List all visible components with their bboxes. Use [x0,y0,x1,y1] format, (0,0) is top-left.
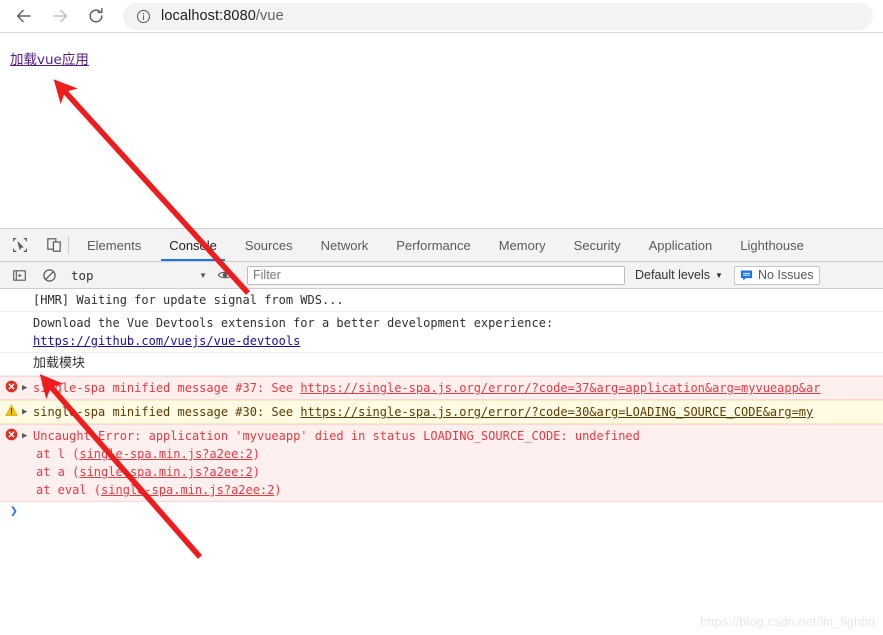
tab-elements[interactable]: Elements [73,229,155,261]
stack-frame-suffix: ) [274,483,282,497]
stack-frame-prefix: at l ( [36,447,80,461]
tab-memory[interactable]: Memory [485,229,560,261]
load-vue-app-link[interactable]: 加载vue应用 [10,48,89,68]
error-circle-icon [0,427,22,441]
expand-triangle-icon[interactable]: ▶ [22,379,33,397]
url-path: /vue [255,8,284,24]
message-text: Uncaught Error: application 'myvueapp' d… [33,429,640,443]
console-prompt[interactable]: ❯ [0,502,883,524]
inspect-element-icon[interactable] [6,229,34,261]
stack-frame: at eval (single-spa.min.js?a2ee:2) [0,481,883,499]
stack-frame-suffix: ) [252,447,260,461]
stack-frame-link[interactable]: single-spa.min.js?a2ee:2 [79,465,252,479]
stack-frame-link[interactable]: single-spa.min.js?a2ee:2 [101,483,274,497]
message-text: 加载模块 [33,356,86,371]
console-message-log[interactable]: 加载模块 [0,353,883,376]
devtools-tabbar: Elements Console Sources Network Perform… [0,229,883,262]
tab-security[interactable]: Security [560,229,635,261]
issues-label: No Issues [757,268,814,282]
url-host: localhost:8080 [161,8,256,24]
page-viewport: 加载vue应用 [0,33,883,228]
clear-console-icon[interactable] [36,262,62,288]
log-levels-select[interactable]: Default levels ▼ [635,268,723,282]
error-circle-icon [0,379,22,393]
tab-lighthouse[interactable]: Lighthouse [726,229,818,261]
message-text: [HMR] Waiting for update signal from WDS… [33,293,344,307]
stack-frame-suffix: ) [252,465,260,479]
console-message-log[interactable]: Download the Vue Devtools extension for … [0,312,883,353]
message-prefix: single-spa minified message #30: See [33,405,301,419]
address-bar[interactable]: localhost:8080/vue [123,2,873,30]
console-message-log[interactable]: [HMR] Waiting for update signal from WDS… [0,289,883,312]
console-message-error[interactable]: ▶ Uncaught Error: application 'myvueapp'… [0,424,883,502]
stack-frame: at a (single-spa.min.js?a2ee:2) [0,463,883,481]
vue-devtools-link[interactable]: https://github.com/vuejs/vue-devtools [33,334,300,348]
device-toolbar-icon[interactable] [40,229,68,261]
live-expression-eye-icon[interactable] [212,262,238,288]
browser-toolbar: localhost:8080/vue [0,0,883,33]
stack-frame: at l (single-spa.min.js?a2ee:2) [0,445,883,463]
stack-frame-link[interactable]: single-spa.min.js?a2ee:2 [79,447,252,461]
url-text: localhost:8080/vue [161,8,284,24]
toolbar-divider [68,236,69,254]
devtools-tab-list: Elements Console Sources Network Perform… [73,229,818,261]
log-levels-label: Default levels [635,268,711,282]
chevron-down-icon: ▼ [715,270,723,280]
stack-frame-prefix: at eval ( [36,483,102,497]
stack-frame-prefix: at a ( [36,465,80,479]
message-text: single-spa minified message #37: See htt… [33,379,883,397]
tab-performance[interactable]: Performance [382,229,484,261]
console-message-error[interactable]: ▶ single-spa minified message #37: See h… [0,376,883,400]
message-text: single-spa minified message #30: See htt… [33,403,883,421]
tab-sources[interactable]: Sources [231,229,307,261]
warning-triangle-icon [0,403,22,417]
chevron-down-icon: ▼ [199,270,207,280]
prompt-caret-icon: ❯ [10,504,18,519]
single-spa-error-30-link[interactable]: https://single-spa.js.org/error/?code=30… [300,405,813,419]
reload-icon[interactable] [81,1,111,31]
message-text: Download the Vue Devtools extension for … [33,316,554,330]
single-spa-error-37-link[interactable]: https://single-spa.js.org/error/?code=37… [300,381,820,395]
screenshot-root: localhost:8080/vue 加载vue应用 Elements Cons… [0,0,883,635]
tab-application[interactable]: Application [635,229,727,261]
console-message-warning[interactable]: ▶ single-spa minified message #30: See h… [0,400,883,424]
console-filter-input[interactable] [247,265,625,285]
execution-context-select[interactable]: top ▼ [71,264,211,286]
devtools-panel: Elements Console Sources Network Perform… [0,228,883,635]
expand-triangle-icon[interactable]: ▶ [22,427,33,445]
watermark-text: https://blog.csdn.net/lin_fightin [700,614,875,629]
console-toolbar: top ▼ Default levels ▼ [0,262,883,289]
execution-context-value: top [71,267,94,283]
message-gutter [0,355,22,356]
run-snippet-icon[interactable] [6,262,32,288]
message-gutter [0,291,22,292]
forward-icon[interactable] [45,1,75,31]
issues-speech-bubble-icon [740,269,753,282]
back-icon[interactable] [9,1,39,31]
issues-button[interactable]: No Issues [733,265,820,285]
message-prefix: single-spa minified message #37: See [33,381,301,395]
info-circle-icon[interactable] [135,8,151,24]
tab-network[interactable]: Network [307,229,383,261]
console-message-list[interactable]: [HMR] Waiting for update signal from WDS… [0,289,883,635]
expand-triangle-icon[interactable]: ▶ [22,403,33,421]
tab-console[interactable]: Console [155,229,231,261]
